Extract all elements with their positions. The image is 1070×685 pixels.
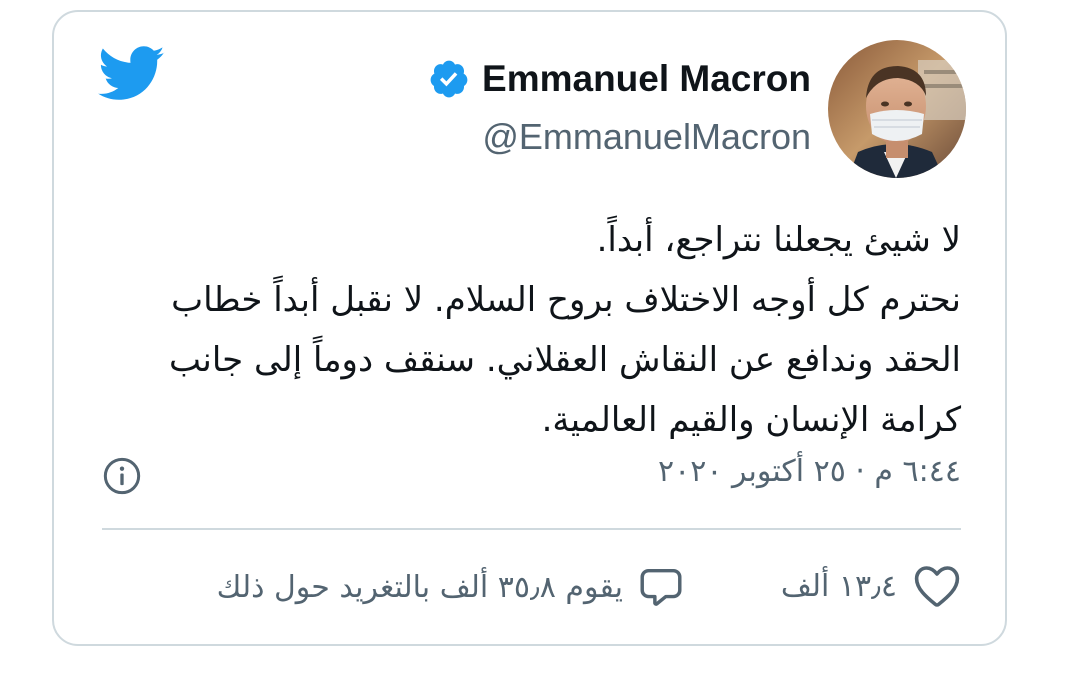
tweet-card[interactable]: Emmanuel Macron @EmmanuelMacron لا شيئ ي… xyxy=(52,10,1007,646)
author-name-row[interactable]: Emmanuel Macron xyxy=(428,58,811,100)
info-icon[interactable] xyxy=(102,456,142,496)
author-handle[interactable]: @EmmanuelMacron xyxy=(482,116,811,158)
tweet-line: الحقد وندافع عن النقاش العقلاني. سنقف دو… xyxy=(168,340,961,380)
tweet-line: كرامة الإنسان والقيم العالمية. xyxy=(541,400,961,440)
reply-button[interactable]: يقوم ٣٥٫٨ ألف بالتغريد حول ذلك xyxy=(217,564,685,610)
like-button[interactable]: ١٣٫٤ ألف xyxy=(781,564,961,608)
author-display-name[interactable]: Emmanuel Macron xyxy=(482,58,811,100)
divider xyxy=(102,528,961,530)
tweet-line: لا شيئ يجعلنا نتراجع، أبداً. xyxy=(596,220,961,260)
tweet-text: لا شيئ يجعلنا نتراجع، أبداً. نحترم كل أو… xyxy=(91,210,961,450)
reply-label: يقوم ٣٥٫٨ ألف بالتغريد حول ذلك xyxy=(216,569,623,605)
verified-badge-icon xyxy=(430,60,468,98)
avatar-photo xyxy=(828,40,966,178)
like-count: ١٣٫٤ ألف xyxy=(780,568,897,604)
avatar[interactable] xyxy=(828,40,966,178)
tweet-meta-row: ٦:٤٤ م · ٢٥ أكتوبر ٢٠٢٠ xyxy=(102,454,961,498)
twitter-bird-icon xyxy=(98,46,165,100)
tweet-line: نحترم كل أوجه الاختلاف بروح السلام. لا ن… xyxy=(171,280,961,320)
speech-bubble-icon xyxy=(640,568,682,606)
tweet-actions: ١٣٫٤ ألف يقوم ٣٥٫٨ ألف بالتغريد حول ذلك xyxy=(102,564,961,620)
heart-icon xyxy=(914,566,960,607)
tweet-timestamp[interactable]: ٦:٤٤ م · ٢٥ أكتوبر ٢٠٢٠ xyxy=(658,454,961,489)
